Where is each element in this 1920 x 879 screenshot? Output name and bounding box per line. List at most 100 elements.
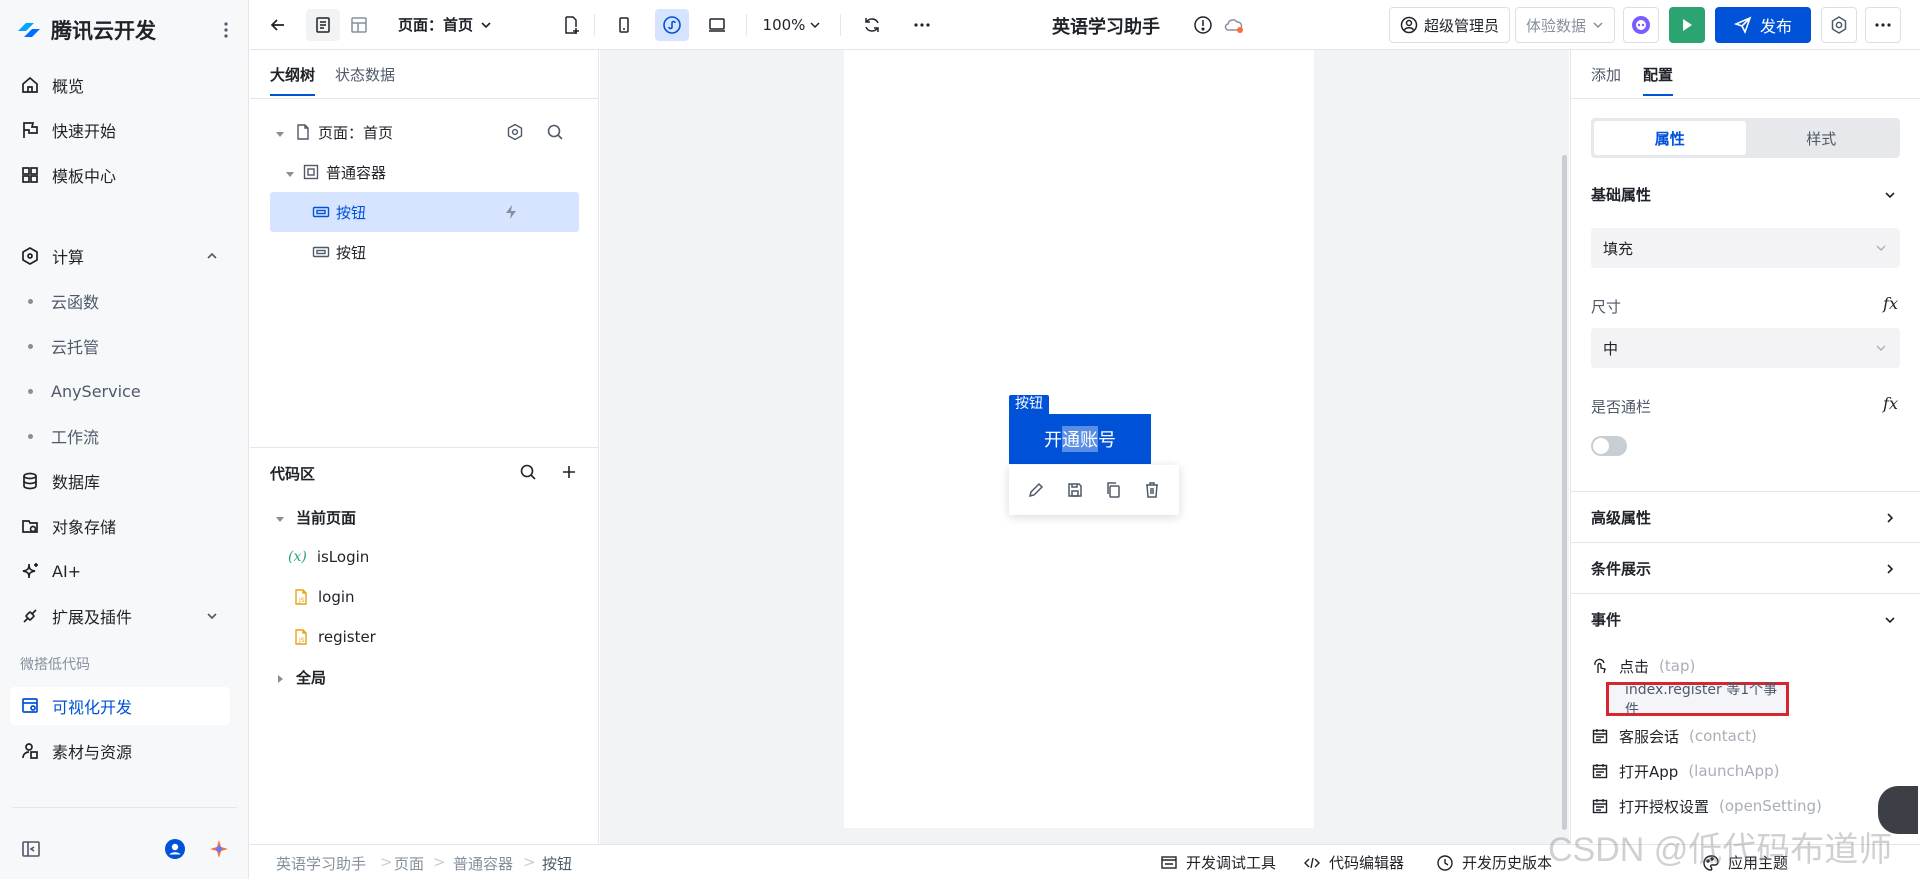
brand[interactable]: 腾讯云开发 [16, 14, 156, 46]
zoom-select[interactable]: 100% [762, 9, 822, 41]
nav-overview[interactable]: 概览 [10, 66, 230, 104]
nav-workflow[interactable]: 工作流 [10, 418, 230, 454]
code-item-handler[interactable]: JS login [270, 577, 579, 617]
delete-icon[interactable] [1142, 480, 1162, 500]
code-search-icon[interactable] [519, 463, 537, 481]
code-editor-tool[interactable]: 代码编辑器 [1303, 852, 1404, 873]
caret-down-icon[interactable] [274, 511, 286, 523]
ai-assistant-icon[interactable] [208, 838, 230, 860]
fx-binding-icon[interactable]: fx [1883, 394, 1898, 413]
chevron-up-icon[interactable] [204, 248, 220, 264]
chevron-down-icon[interactable] [1882, 187, 1898, 203]
more-horizontal-icon[interactable] [906, 9, 938, 41]
chevron-right-icon[interactable] [1882, 561, 1898, 577]
role-button[interactable]: 超级管理员 [1389, 7, 1511, 43]
section-basic-props[interactable]: 基础属性 [1591, 184, 1651, 205]
tab-config[interactable]: 配置 [1643, 64, 1674, 96]
event-contact[interactable]: 客服会话 (contact) [1591, 724, 1757, 748]
publish-button[interactable]: 发布 [1715, 7, 1811, 43]
section-advanced-props[interactable]: 高级属性 [1591, 507, 1651, 528]
mobile-view-icon[interactable] [608, 9, 640, 41]
code-group-global[interactable]: 全局 [270, 657, 579, 697]
page-selector[interactable]: 页面：首页 [398, 14, 493, 35]
code-item-variable[interactable]: (x) isLogin [270, 537, 579, 577]
nav-compute[interactable]: 计算 [10, 237, 230, 275]
fx-binding-icon[interactable]: fx [1883, 294, 1898, 313]
search-icon[interactable] [546, 123, 564, 141]
caret-down-icon[interactable] [284, 166, 296, 178]
save-icon[interactable] [1065, 480, 1085, 500]
database-icon [20, 471, 40, 491]
run-button[interactable] [1669, 7, 1705, 43]
nav-quick-start[interactable]: 快速开始 [10, 111, 230, 149]
canvas-button-open-account[interactable]: 开通账号 [1009, 414, 1151, 464]
nav-sub-label: AnyService [51, 381, 141, 401]
segment-style[interactable]: 样式 [1746, 121, 1898, 155]
nav-cloud-hosting[interactable]: 云托管 [10, 328, 230, 364]
breadcrumb-container[interactable]: 普通容器 [453, 853, 513, 874]
copy-icon[interactable] [1103, 480, 1123, 500]
ai-bot-button[interactable] [1623, 7, 1659, 43]
nav-anyservice[interactable]: AnyService [10, 373, 230, 409]
section-conditional[interactable]: 条件展示 [1591, 558, 1651, 579]
nav-ai-plus[interactable]: AI+ [10, 552, 230, 590]
nav-cloud-function[interactable]: 云函数 [10, 283, 230, 319]
nav-database[interactable]: 数据库 [10, 462, 230, 500]
nav-extensions[interactable]: 扩展及插件 [10, 597, 230, 635]
page-list-icon[interactable] [306, 9, 340, 41]
tree-node-page[interactable]: 页面：首页 [270, 112, 579, 152]
add-icon[interactable] [560, 463, 578, 481]
collapse-sidebar-icon[interactable] [20, 838, 42, 860]
chevron-down-icon[interactable] [204, 608, 220, 624]
nav-object-storage[interactable]: 对象存储 [10, 507, 230, 545]
info-icon[interactable] [1190, 9, 1216, 41]
event-open-setting[interactable]: 打开授权设置 (openSetting) [1591, 794, 1822, 818]
caret-down-icon[interactable] [274, 126, 286, 138]
size-select[interactable]: 中 [1591, 328, 1900, 368]
user-avatar-icon[interactable] [164, 838, 186, 860]
section-events[interactable]: 事件 [1591, 609, 1621, 630]
lightning-event-icon[interactable] [502, 203, 520, 221]
cloud-sync-icon[interactable] [1220, 9, 1248, 41]
event-handler-badge[interactable]: index.register 等1个事件 [1606, 682, 1789, 718]
code-group-current-page[interactable]: 当前页面 [270, 497, 579, 537]
segment-properties[interactable]: 属性 [1594, 121, 1746, 155]
event-launch-app[interactable]: 打开App (launchApp) [1591, 759, 1779, 783]
breadcrumb-page[interactable]: 页面 [394, 853, 424, 874]
tree-node-button[interactable]: 按钮 [270, 232, 579, 272]
history-version-tool[interactable]: 开发历史版本 [1436, 852, 1552, 873]
event-tap[interactable]: 点击 (tap) [1591, 654, 1695, 678]
role-button-label: 超级管理员 [1424, 16, 1500, 35]
tab-state-data[interactable]: 状态数据 [335, 64, 395, 94]
code-item-handler[interactable]: JS register [270, 617, 579, 657]
refresh-icon[interactable] [856, 9, 888, 41]
caret-right-icon[interactable] [274, 671, 286, 683]
nav-resources[interactable]: 素材与资源 [10, 732, 230, 770]
desktop-view-icon[interactable] [700, 9, 734, 41]
edit-icon[interactable] [1026, 480, 1046, 500]
more-vertical-icon[interactable] [216, 20, 236, 40]
new-page-icon[interactable] [556, 9, 586, 41]
more-menu-button[interactable] [1865, 7, 1901, 43]
tree-node-container[interactable]: 普通容器 [270, 152, 579, 192]
canvas-scrollbar[interactable] [1562, 155, 1567, 830]
nav-template-center[interactable]: 模板中心 [10, 156, 230, 194]
block-toggle-switch[interactable] [1591, 436, 1627, 456]
tree-node-label: 页面：首页 [318, 123, 394, 142]
dev-debug-tool[interactable]: 开发调试工具 [1160, 852, 1276, 873]
tab-outline-tree[interactable]: 大纲树 [270, 64, 316, 96]
settings-button[interactable] [1821, 7, 1857, 43]
layout-icon[interactable] [342, 9, 376, 41]
page-settings-icon[interactable] [506, 123, 524, 141]
data-source-select[interactable]: 体验数据 [1515, 7, 1616, 43]
tree-node-button-selected[interactable]: 按钮 [270, 192, 579, 232]
back-arrow-icon[interactable] [264, 9, 292, 41]
nav-visual-dev[interactable]: 可视化开发 [10, 687, 230, 725]
breadcrumb-button[interactable]: 按钮 [542, 853, 572, 874]
tab-add[interactable]: 添加 [1591, 64, 1621, 94]
chevron-right-icon[interactable] [1882, 510, 1898, 526]
chevron-down-icon[interactable] [1882, 612, 1898, 628]
fill-variant-select[interactable]: 填充 [1591, 228, 1900, 268]
breadcrumb-app[interactable]: 英语学习助手 [276, 853, 366, 874]
miniprogram-view-icon[interactable] [655, 9, 689, 41]
